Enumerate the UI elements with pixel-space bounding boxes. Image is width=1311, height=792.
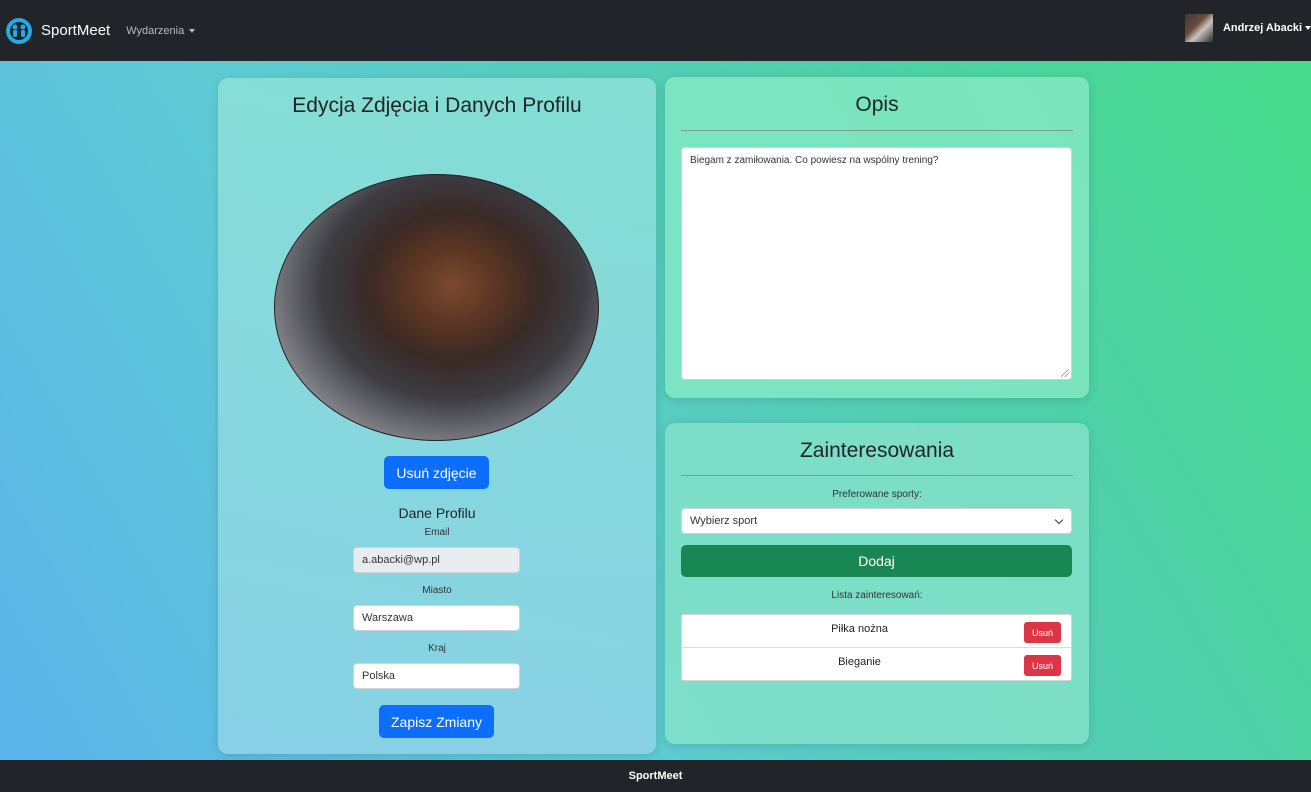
user-name-label: Andrzej Abacki — [1222, 22, 1302, 34]
email-value: a.abacki@wp.pl — [362, 554, 440, 566]
resize-handle-icon[interactable] — [1061, 369, 1069, 377]
sport-select[interactable]: Wybierz sport — [681, 508, 1072, 534]
save-changes-button[interactable]: Zapisz Zmiany — [379, 705, 494, 738]
interests-list-label: Lista zainteresowań: — [831, 590, 923, 601]
city-value: Warszawa — [362, 612, 413, 624]
country-value: Polska — [362, 670, 396, 682]
interests-card-title: Zainteresowania — [799, 439, 955, 462]
list-item: Bieganie Usuń — [682, 648, 1071, 681]
chevron-down-icon — [1054, 515, 1064, 525]
profile-card-title: Edycja Zdjęcia i Danych Profilu — [292, 94, 582, 117]
preferred-sports-label: Preferowane sporty: — [832, 489, 922, 500]
caret-down-icon — [1305, 26, 1311, 30]
caret-down-icon — [189, 28, 196, 33]
interest-name: Bieganie — [838, 656, 881, 668]
interests-list: Piłka nożna Usuń Bieganie Usuń — [681, 614, 1072, 681]
description-textarea[interactable]: Biegam z zamiłowania. Co powiesz na wspó… — [681, 147, 1072, 380]
footer-text: SportMeet — [628, 770, 683, 782]
sport-select-value: Wybierz sport — [690, 515, 758, 527]
add-sport-button[interactable]: Dodaj — [681, 545, 1072, 577]
brand-name: SportMeet — [41, 22, 111, 39]
avatar — [1184, 14, 1213, 42]
country-field[interactable]: Polska — [353, 663, 520, 689]
remove-interest-button[interactable]: Usuń — [1024, 655, 1061, 676]
user-name: Andrzej Abacki — [1223, 22, 1311, 34]
events-dropdown-label: Wydarzenia — [126, 24, 185, 37]
email-field[interactable]: a.abacki@wp.pl — [353, 547, 520, 573]
profile-photo — [274, 174, 599, 441]
description-text: Biegam z zamiłowania. Co powiesz na wspó… — [690, 155, 939, 166]
brand-link[interactable]: SportMeet — [5, 17, 110, 45]
events-dropdown[interactable]: Wydarzenia — [126, 24, 196, 37]
city-label: Miasto — [422, 585, 452, 596]
remove-photo-button[interactable]: Usuń zdjęcie — [384, 456, 489, 489]
country-label: Kraj — [428, 643, 446, 654]
remove-interest-button[interactable]: Usuń — [1024, 622, 1061, 643]
footer: SportMeet — [0, 760, 1311, 792]
divider — [681, 130, 1073, 131]
interest-name: Piłka nożna — [831, 623, 888, 635]
navbar: SportMeet Wydarzenia Andrzej Abacki — [0, 0, 1311, 61]
profile-card: Edycja Zdjęcia i Danych Profilu Usuń zdj… — [218, 78, 656, 754]
email-label: Email — [424, 527, 450, 538]
divider — [681, 475, 1073, 476]
city-field[interactable]: Warszawa — [353, 605, 520, 631]
description-card: Opis Biegam z zamiłowania. Co powiesz na… — [665, 77, 1089, 398]
user-menu[interactable]: Andrzej Abacki — [1184, 14, 1311, 42]
sportmeet-logo-icon — [6, 17, 32, 44]
list-item: Piłka nożna Usuń — [682, 615, 1071, 648]
profile-data-heading: Dane Profilu — [398, 505, 476, 521]
interests-card: Zainteresowania Preferowane sporty: Wybi… — [665, 423, 1089, 744]
description-card-title: Opis — [855, 93, 899, 116]
